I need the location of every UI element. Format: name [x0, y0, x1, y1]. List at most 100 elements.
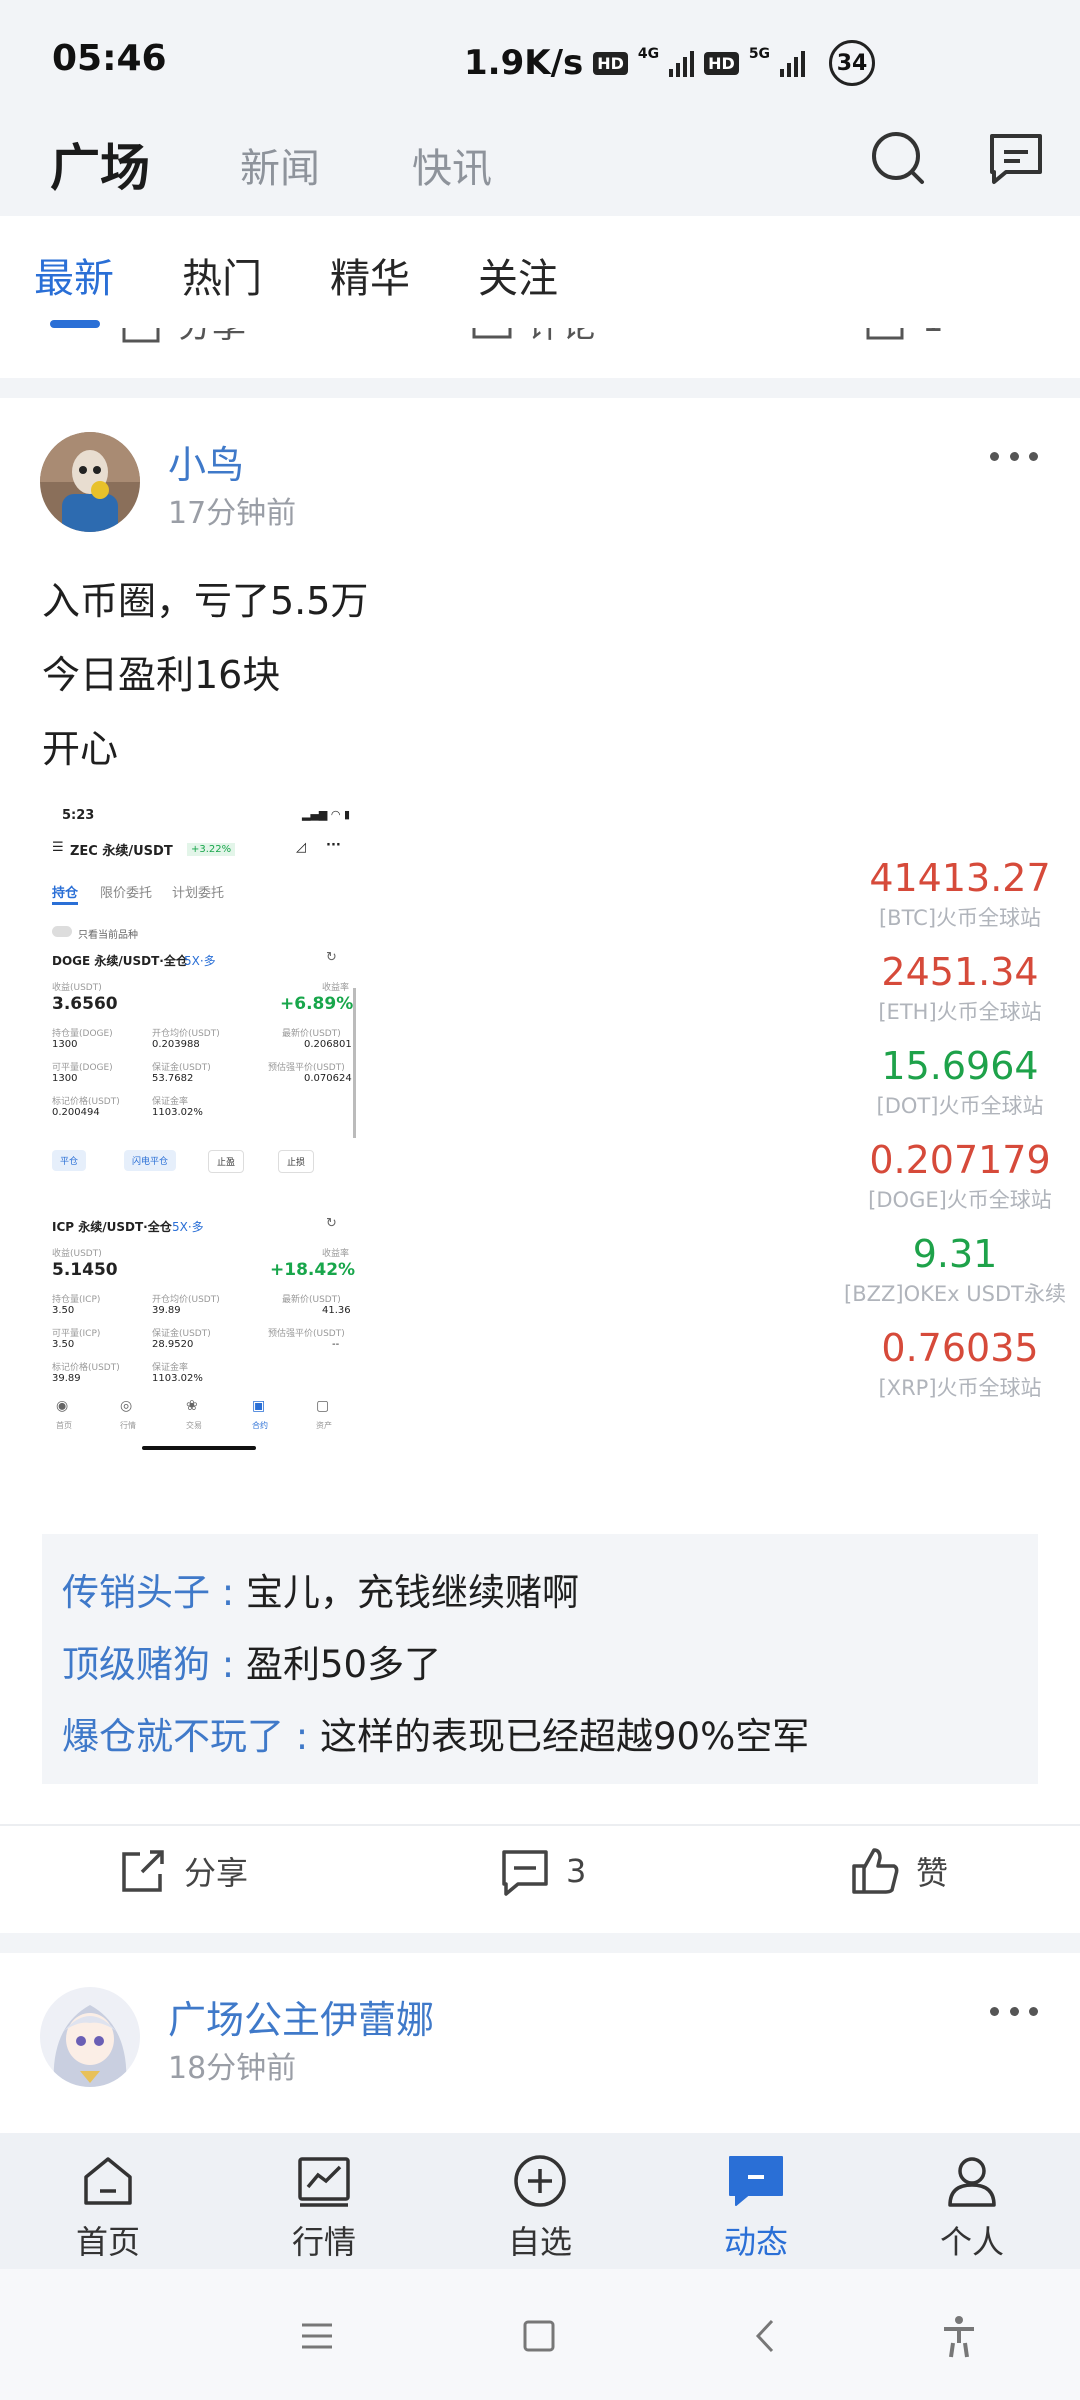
- thumb-pnl-label: 收益(USDT): [52, 983, 102, 993]
- nav-market[interactable]: 行情: [264, 2151, 384, 2263]
- tab-flash[interactable]: 快讯: [412, 136, 492, 194]
- page-title[interactable]: 广场: [50, 128, 150, 200]
- prev-like-button[interactable]: 1: [864, 328, 944, 342]
- thumb-field-value: 3.50: [52, 1305, 75, 1316]
- thumb-field-value: 3.50: [52, 1339, 75, 1350]
- like-label: 赞: [916, 1854, 949, 1892]
- thumb-tab-indicator: [52, 902, 78, 905]
- ticker-eth[interactable]: 2451.34 [ETH]火币全球站: [840, 950, 1080, 1026]
- prev-share-button[interactable]: 分享: [120, 328, 246, 347]
- tab-news[interactable]: 新闻: [240, 136, 320, 194]
- back-icon[interactable]: [742, 2311, 792, 2361]
- prev-like-label: 1: [922, 328, 944, 340]
- post-image[interactable]: 5:23 ▂▄▆ ◠ ▮ ☰ ZEC 永续/USDT +3.22% ◿ ··· …: [42, 798, 362, 1478]
- ticker-btc[interactable]: 41413.27 [BTC]火币全球站: [840, 856, 1080, 932]
- search-icon[interactable]: [868, 128, 928, 188]
- hd-badge-2: HD: [704, 51, 739, 75]
- post-author[interactable]: 广场公主伊蕾娜: [168, 1989, 434, 2044]
- more-icon[interactable]: [990, 2007, 1038, 2023]
- nav-home[interactable]: 首页: [48, 2151, 168, 2263]
- thumb-field-value: 0.200494: [52, 1107, 100, 1118]
- subtab-hot[interactable]: 热门: [182, 246, 262, 304]
- post-text-line: 入币圈，亏了5.5万: [42, 579, 369, 623]
- nav-label: 首页: [75, 2223, 140, 2261]
- prev-comment-button[interactable]: 评论: [470, 328, 596, 347]
- nav-profile[interactable]: 个人: [912, 2151, 1032, 2263]
- ticker-dot[interactable]: 15.6964 [DOT]火币全球站: [840, 1044, 1080, 1120]
- comment-button[interactable]: 3: [500, 1846, 586, 1896]
- post-author[interactable]: 小鸟: [168, 434, 244, 489]
- thumb-status-icons: ▂▄▆ ◠ ▮: [302, 808, 351, 821]
- thumb-filter-label: 只看当前品种: [78, 930, 138, 941]
- prev-comment-label: 评论: [528, 328, 596, 347]
- system-nav-bar: [0, 2269, 1080, 2400]
- like-icon: [852, 1848, 899, 1894]
- avatar[interactable]: [40, 432, 140, 532]
- thumb-scrollbar: [353, 988, 356, 1138]
- share-button[interactable]: 分享: [118, 1846, 248, 1896]
- thumb-flash-close-button: 闪电平仓: [124, 1150, 177, 1171]
- thumb-field-value: 0.070624: [304, 1073, 352, 1084]
- feed-icon: [729, 2156, 783, 2206]
- thumb-position-title: ICP 永续/USDT·全仓: [52, 1220, 172, 1234]
- ticker-price: 0.76035: [881, 1326, 1039, 1370]
- nav-label: 行情: [291, 2223, 356, 2261]
- thumb-share-icon: ↻: [326, 1216, 337, 1231]
- nav-feed[interactable]: 动态: [696, 2151, 816, 2263]
- thumb-pair-change: +3.22%: [187, 843, 236, 856]
- ticker-price: 9.31: [912, 1232, 998, 1276]
- subtab-indicator: [50, 320, 100, 328]
- prev-share-label: 分享: [178, 328, 246, 347]
- nav-label: 自选: [507, 2223, 572, 2261]
- more-icon[interactable]: [990, 452, 1038, 468]
- thumb-field-label: 标记价格(USDT): [52, 1097, 120, 1107]
- comment-user[interactable]: 传销头子 :: [62, 1571, 246, 1614]
- thumb-nav-label: 合约: [252, 1421, 268, 1430]
- comment-user[interactable]: 爆仓就不玩了 :: [62, 1715, 320, 1758]
- thumb-position-tag: 5X·多: [184, 954, 216, 968]
- thumb-position-tag: 5X·多: [172, 1220, 204, 1234]
- thumb-field-label: 保证金(USDT): [152, 1063, 211, 1073]
- comment-user[interactable]: 顶级赌狗 :: [62, 1643, 246, 1686]
- thumb-field-label: 标记价格(USDT): [52, 1363, 120, 1373]
- nav-label: 个人: [939, 2223, 1004, 2261]
- like-button[interactable]: 赞: [850, 1846, 948, 1896]
- message-icon[interactable]: [986, 128, 1046, 188]
- comment-preview[interactable]: 传销头子 : 宝儿，充钱继续赌啊 顶级赌狗 : 盈利50多了 爆仓就不玩了 : …: [42, 1534, 1038, 1784]
- ticker-doge[interactable]: 0.207179 [DOGE]火币全球站: [840, 1138, 1080, 1214]
- thumb-take-profit-button: 止盈: [208, 1150, 245, 1173]
- avatar-image: [40, 1987, 140, 2087]
- ticker-price: 41413.27: [869, 856, 1051, 900]
- thumb-rate: +6.89%: [280, 994, 354, 1014]
- post-time: 18分钟前: [168, 2051, 297, 2086]
- user-icon: [948, 2157, 996, 2207]
- nav-watchlist[interactable]: 自选: [480, 2151, 600, 2263]
- thumb-tab-limit: 限价委托: [100, 886, 153, 901]
- thumb-field-label: 持仓量(ICP): [52, 1295, 101, 1305]
- avatar[interactable]: [40, 1987, 140, 2087]
- add-circle-icon: [514, 2155, 566, 2207]
- thumb-field-value: 39.89: [52, 1373, 81, 1384]
- thumb-menu-icon: ☰: [52, 840, 64, 855]
- previous-post-actions: 分享 评论 1: [0, 328, 1080, 378]
- ticker-xrp[interactable]: 0.76035 [XRP]火币全球站: [840, 1326, 1080, 1402]
- accessibility-icon[interactable]: [934, 2311, 984, 2361]
- subtab-following[interactable]: 关注: [478, 246, 558, 304]
- net-speed: 1.9K/s: [464, 43, 584, 83]
- post-time: 17分钟前: [168, 496, 297, 531]
- share-label: 分享: [184, 1854, 249, 1892]
- thumb-field-value: 28.9520: [152, 1339, 194, 1350]
- menu-icon[interactable]: [292, 2311, 342, 2361]
- subtab-latest[interactable]: 最新: [34, 246, 114, 304]
- divider: [0, 1824, 1080, 1826]
- thumb-field-value: 1300: [52, 1039, 78, 1050]
- home-square-icon[interactable]: [514, 2311, 564, 2361]
- comment-count: 3: [566, 1852, 587, 1890]
- thumb-share-icon: ↻: [326, 950, 337, 965]
- network-type-2: 5G: [748, 46, 771, 62]
- comment-text: 宝儿，充钱继续赌啊: [246, 1571, 579, 1614]
- comment-icon: [502, 1850, 548, 1896]
- subtab-featured[interactable]: 精华: [330, 246, 410, 304]
- ticker-bzz[interactable]: 9.31 [BZZ]OKEx USDT永续: [830, 1232, 1080, 1308]
- share-icon: [122, 1850, 164, 1892]
